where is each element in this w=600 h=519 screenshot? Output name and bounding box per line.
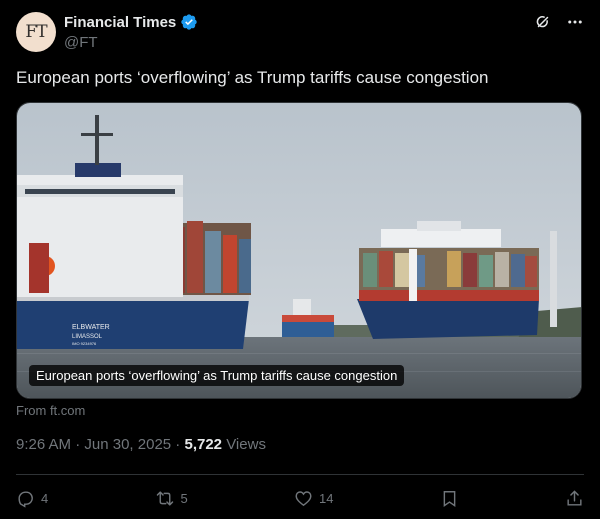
reply-icon — [18, 490, 33, 508]
post-date[interactable]: Jun 30, 2025 — [84, 436, 171, 453]
heart-icon — [295, 490, 312, 506]
like-count: 14 — [319, 490, 334, 506]
repost-count: 5 — [180, 490, 188, 506]
views-label: Views — [222, 436, 266, 453]
share-icon — [567, 489, 582, 506]
divider — [16, 474, 584, 475]
bookmark-button[interactable] — [440, 489, 459, 508]
views-count: 5,722 — [184, 436, 223, 453]
ship-port-text: LIMASSOL — [72, 334, 103, 340]
bookmark-icon — [443, 490, 456, 507]
post-top-actions — [534, 13, 584, 31]
verified-badge-icon — [181, 14, 197, 30]
post-metadata: 9:26 AM · Jun 30, 2025 · 5,722 Views — [16, 436, 266, 453]
like-button[interactable]: 14 — [294, 489, 333, 508]
repost-icon — [156, 490, 173, 506]
link-card-image[interactable]: ELBWATER LIMASSOL IMO 9234976 European p… — [16, 102, 582, 399]
meta-separator: · — [171, 436, 185, 453]
meta-separator: · — [71, 436, 85, 453]
repost-button[interactable]: 5 — [155, 489, 188, 508]
author-name-row: Financial Times — [64, 13, 198, 31]
link-source[interactable]: From ft.com — [16, 403, 85, 418]
link-card-title: European ports ‘overflowing’ as Trump ta… — [29, 365, 405, 386]
ship-name-text: ELBWATER — [72, 324, 110, 331]
author-avatar[interactable]: FT — [16, 12, 56, 52]
post-action-bar: 4 5 14 — [16, 485, 584, 511]
avatar-logo-text: FT — [25, 22, 47, 42]
post-text: European ports ‘overflowing’ as Trump ta… — [16, 68, 489, 87]
grok-icon[interactable] — [534, 13, 552, 31]
share-button[interactable] — [565, 489, 584, 508]
post-time[interactable]: 9:26 AM — [16, 436, 71, 453]
author-name[interactable]: Financial Times — [64, 14, 176, 31]
author-info: Financial Times @FT — [64, 13, 198, 51]
author-handle[interactable]: @FT — [64, 34, 198, 51]
ships-photo: ELBWATER LIMASSOL IMO 9234976 — [17, 103, 581, 398]
ship-imo-text: IMO 9234976 — [72, 341, 97, 346]
post: FT Financial Times @FT European ports ‘o… — [0, 0, 600, 519]
reply-button[interactable]: 4 — [16, 489, 48, 508]
more-icon[interactable] — [566, 13, 584, 31]
reply-count: 4 — [41, 490, 49, 506]
